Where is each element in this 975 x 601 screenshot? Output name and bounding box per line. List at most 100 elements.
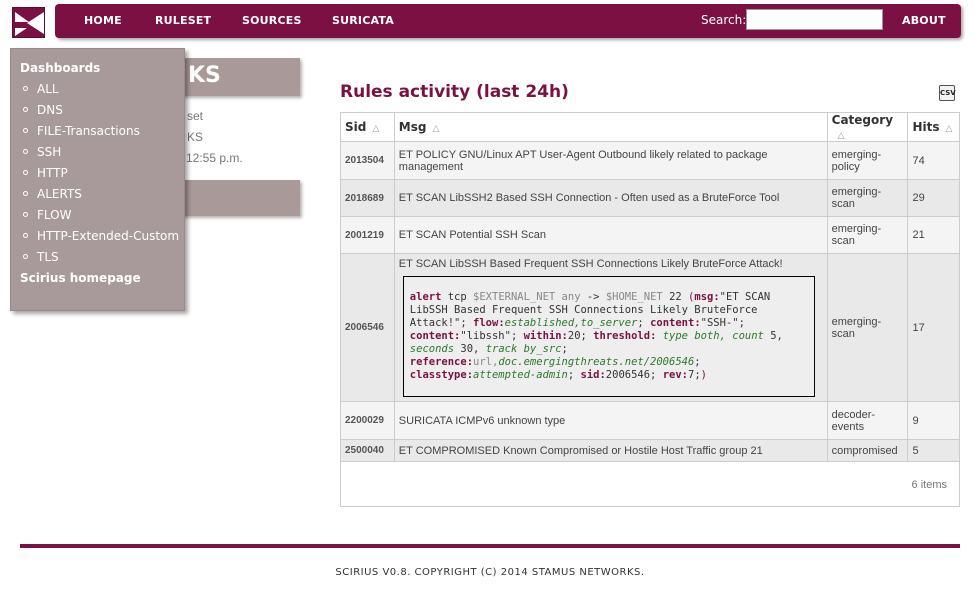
nav-about[interactable]: ABOUT (902, 4, 946, 38)
cell-msg: ET SCAN LibSSH2 Based SSH Connection - O… (393, 179, 828, 217)
cell-hits: 9 (907, 401, 960, 440)
table-row-expanded[interactable]: 2006546 ET SCAN LibSSH Based Frequent SS… (340, 253, 960, 402)
rule-link[interactable]: doc.emergingthreats.net/2006546 (498, 356, 694, 368)
rule-token: "SSH-"; (700, 317, 745, 329)
bullet-icon (23, 212, 28, 217)
bullet-icon (23, 128, 28, 133)
nav-ruleset[interactable]: RULESET (155, 4, 211, 38)
rule-token: established,to_server (504, 317, 638, 329)
cell-category: emerging-scan (826, 253, 909, 402)
sort-icon: △ (372, 124, 380, 134)
dashboard-item-label: HTTP (37, 166, 68, 180)
column-header-label: Category (831, 113, 894, 127)
dashboard-item-label: HTTP-Extended-Custom (37, 229, 180, 243)
dashboard-item-label: ALL (37, 82, 59, 96)
cell-sid[interactable]: 2001219 (340, 216, 395, 254)
nav-home[interactable]: HOME (84, 4, 122, 38)
column-header-category[interactable]: Category △ (826, 112, 909, 142)
rule-token: "libssh"; (460, 330, 518, 342)
rule-token: seconds (409, 343, 455, 355)
scirius-homepage-link[interactable]: Scirius homepage (20, 271, 141, 285)
rule-token: $HOME_NET (605, 291, 663, 303)
dashboard-item-flow[interactable]: FLOW (23, 208, 71, 222)
bullet-icon (23, 233, 28, 238)
cell-sid[interactable]: 2013504 (340, 141, 395, 180)
sort-icon: △ (945, 124, 953, 134)
nav-sources[interactable]: SOURCES (242, 4, 302, 38)
cell-msg: SURICATA ICMPv6 unknown type (393, 401, 828, 440)
cell-sid[interactable]: 2500040 (340, 439, 395, 462)
table-row[interactable]: 2018689 ET SCAN LibSSH2 Based SSH Connec… (340, 179, 960, 217)
dashboard-item-label: SSH (37, 145, 62, 159)
dashboard-item-label: TLS (37, 250, 59, 264)
background-title: KS (188, 63, 221, 88)
dashboard-item-tls[interactable]: TLS (23, 250, 59, 264)
cell-sid[interactable]: 2018689 (340, 179, 395, 217)
column-header-label: Msg (398, 120, 427, 134)
cell-category: emerging-scan (826, 179, 909, 217)
table-row[interactable]: 2200029 SURICATA ICMPv6 unknown type dec… (340, 401, 960, 440)
bullet-icon (23, 149, 28, 154)
column-header-label: Hits (912, 120, 940, 134)
csv-export-icon[interactable]: CSV (939, 85, 956, 101)
rule-token: 22 (669, 291, 682, 303)
rule-token: 2006546; (605, 369, 657, 381)
rule-token: msg: (694, 291, 720, 303)
rule-token: flow: (473, 317, 505, 329)
rule-token: rev: (662, 369, 688, 381)
nav-suricata[interactable]: SURICATA (332, 4, 394, 38)
cell-msg-text: ET SCAN LibSSH Based Frequent SSH Connec… (398, 258, 783, 270)
page-title: Rules activity (last 24h) (340, 82, 569, 102)
cell-sid[interactable]: 2006546 (340, 253, 395, 402)
search-label: Search: (701, 13, 747, 27)
column-header-label: Sid (345, 120, 367, 134)
rule-token: 20; (567, 330, 587, 342)
top-navbar: HOME RULESET SOURCES SURICATA Search: AB… (55, 4, 961, 38)
rule-token: 7; (688, 369, 701, 381)
background-line-2: KS (187, 130, 204, 144)
rule-token: tcp (447, 291, 467, 303)
rule-token: content: (650, 317, 701, 329)
table-row[interactable]: 2001219 ET SCAN Potential SSH Scan emerg… (340, 216, 960, 254)
dropdown-header[interactable]: Dashboards (20, 61, 100, 75)
table-row[interactable]: 2500040 ET COMPROMISED Known Compromised… (340, 439, 960, 462)
bullet-icon (23, 107, 28, 112)
dashboards-dropdown: Dashboards ALL DNS FILE-Transactions SSH… (10, 48, 185, 311)
bullet-icon (23, 170, 28, 175)
search-input[interactable] (746, 9, 883, 30)
dashboard-item-all[interactable]: ALL (23, 82, 59, 96)
dashboard-item-label: FLOW (37, 208, 72, 222)
dashboard-item-http-extended-custom[interactable]: HTTP-Extended-Custom (23, 229, 179, 243)
column-header-hits[interactable]: Hits △ (907, 112, 960, 142)
rules-activity-table: Sid △ Msg △ Category △ Hits △ 2013504 ET POL… (340, 112, 960, 507)
cell-sid[interactable]: 2200029 (340, 401, 395, 440)
dashboard-item-ssh[interactable]: SSH (23, 145, 61, 159)
rule-token: within: (523, 330, 568, 342)
dashboard-item-http[interactable]: HTTP (23, 166, 68, 180)
rule-token: url, (473, 356, 499, 368)
rule-token: $EXTERNAL_NET (473, 291, 556, 303)
rule-token: track by_src (485, 343, 562, 355)
cell-category: emerging-scan (826, 216, 909, 254)
dashboard-item-file-transactions[interactable]: FILE-Transactions (23, 124, 140, 138)
rule-token: classtype: (409, 369, 474, 381)
dashboard-item-dns[interactable]: DNS (23, 103, 63, 117)
item-count: 6 items (911, 479, 947, 491)
column-header-sid[interactable]: Sid △ (340, 112, 395, 142)
rule-token: 30, (460, 343, 480, 355)
dashboard-item-label: DNS (37, 103, 63, 117)
column-header-msg[interactable]: Msg △ (393, 112, 828, 142)
rule-token: content: (409, 330, 461, 342)
background-line-1: set (187, 109, 204, 123)
table-row[interactable]: 2013504 ET POLICY GNU/Linux APT User-Age… (340, 141, 960, 180)
background-line-3: 12:55 p.m. (186, 151, 243, 165)
cell-msg: ET SCAN LibSSH Based Frequent SSH Connec… (393, 253, 828, 402)
scirius-logo[interactable] (12, 7, 45, 38)
rule-detail-box: alert tcp $EXTERNAL_NET any -> $HOME_NET… (402, 276, 815, 397)
copyright-text: SCIRIUS V0.8. COPYRIGHT (C) 2014 STAMUS … (335, 567, 645, 578)
rule-token: reference: (409, 356, 474, 368)
rule-token: alert (409, 291, 442, 303)
cell-msg: ET COMPROMISED Known Compromised or Host… (393, 439, 828, 462)
dashboard-item-alerts[interactable]: ALERTS (23, 187, 82, 201)
cell-hits: 29 (907, 179, 960, 217)
